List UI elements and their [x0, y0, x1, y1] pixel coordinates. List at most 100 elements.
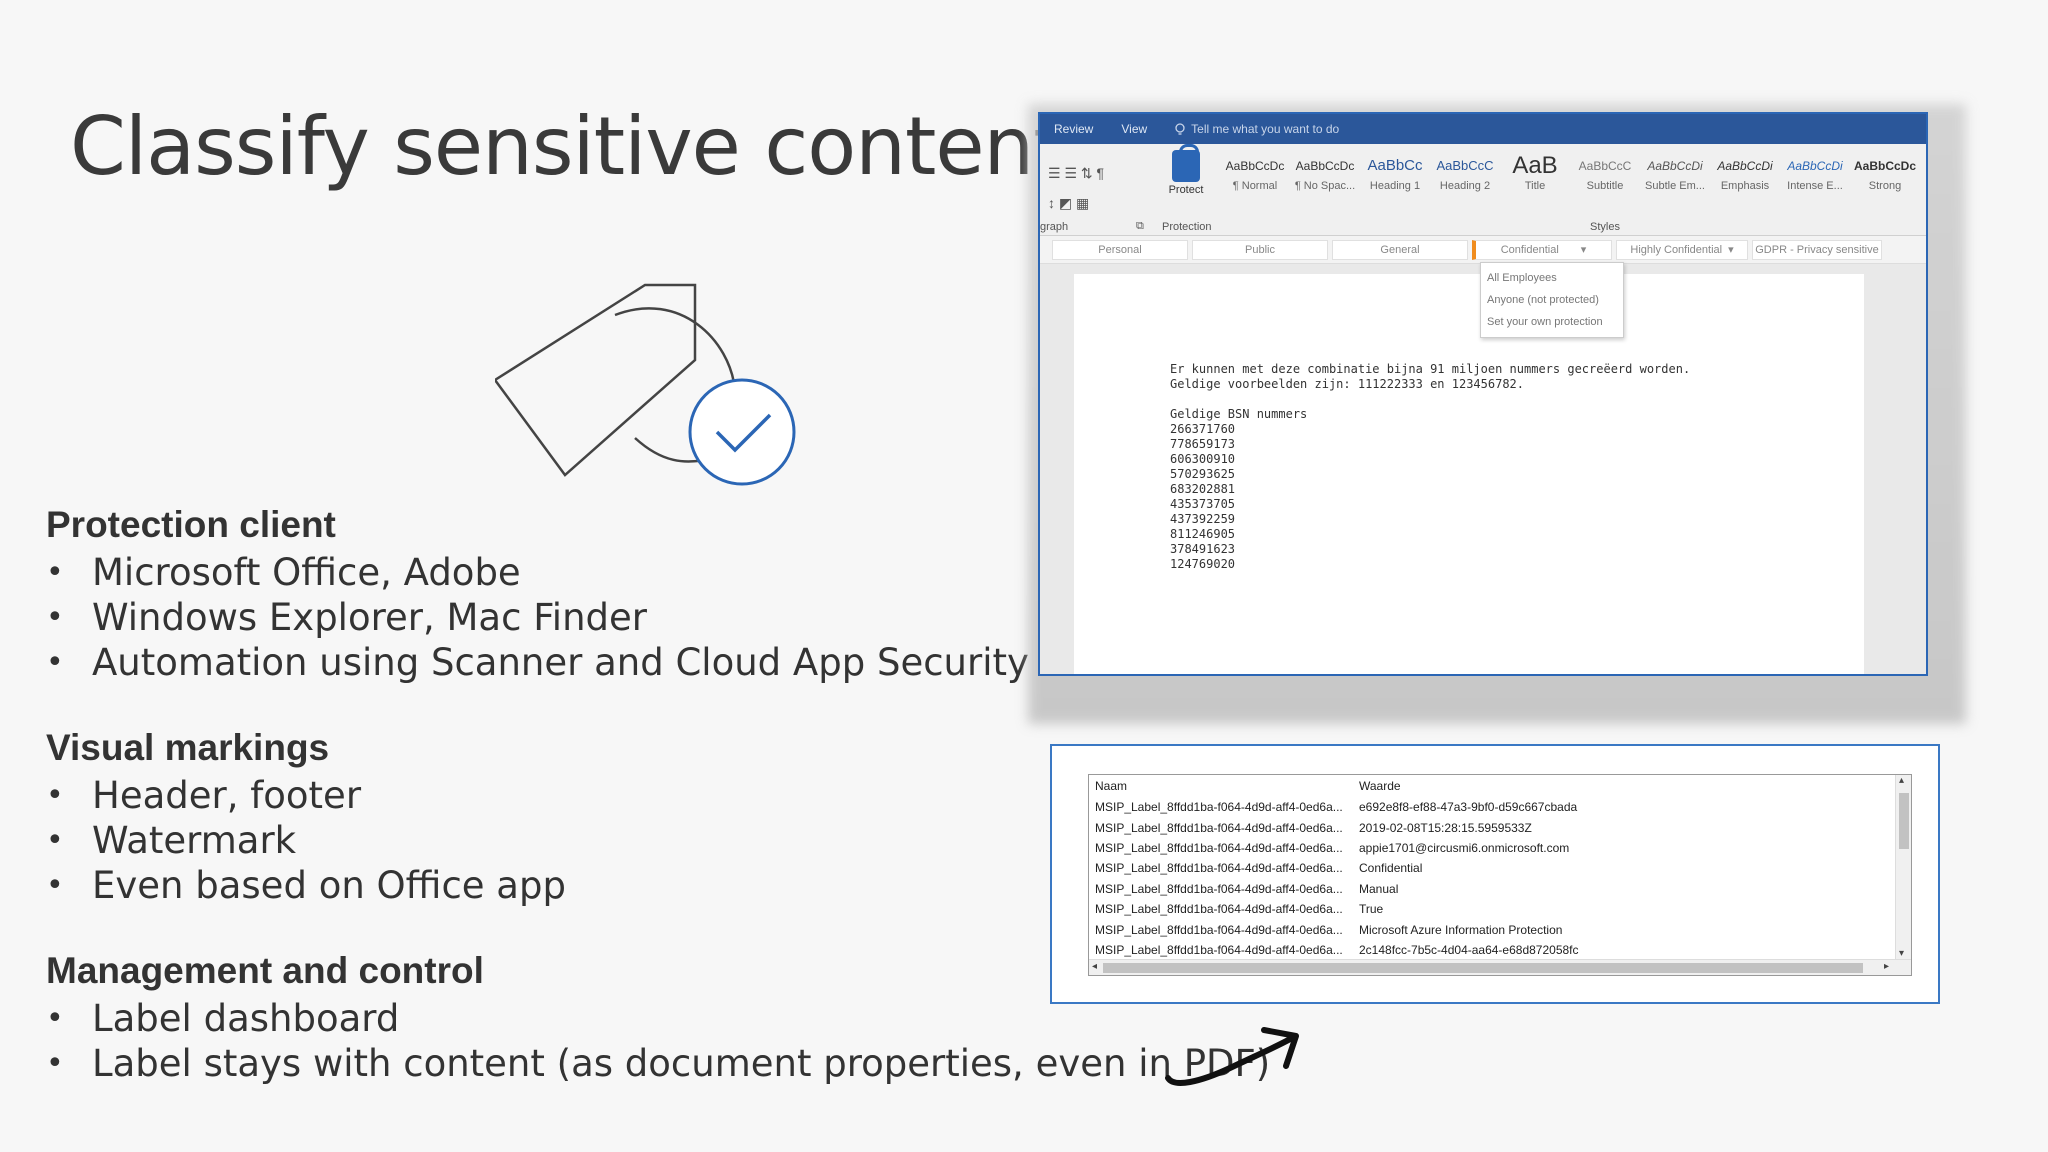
table-row[interactable]: MSIP_Label_8ffdd1ba-f064-4d9d-aff4-0ed6a… — [1089, 858, 1911, 878]
label-general[interactable]: General — [1332, 239, 1468, 260]
table-row[interactable]: MSIP_Label_8ffdd1ba-f064-4d9d-aff4-0ed6a… — [1089, 899, 1911, 919]
document-line: 811246905 — [1170, 527, 1236, 541]
style-tile[interactable]: AaBbCcDi Emphasis — [1710, 152, 1780, 192]
table-row[interactable]: MSIP_Label_8ffdd1ba-f064-4d9d-aff4-0ed6a… — [1089, 940, 1911, 960]
property-value: e692e8f8-ef88-47a3-9bf0-d59c667cbada — [1359, 800, 1578, 815]
section-heading: Protection client — [46, 504, 336, 545]
menu-item-anyone[interactable]: Anyone (not protected) — [1481, 289, 1623, 311]
lock-icon — [1172, 144, 1200, 182]
menu-item-all-employees[interactable]: All Employees — [1481, 267, 1623, 289]
style-name: Heading 1 — [1369, 180, 1421, 192]
style-tile[interactable]: AaBbCc Heading 1 — [1360, 152, 1430, 192]
style-sample: AaBbCcC — [1578, 159, 1632, 173]
menu-item-own-protection[interactable]: Set your own protection — [1481, 311, 1623, 333]
property-name: MSIP_Label_8ffdd1ba-f064-4d9d-aff4-0ed6a… — [1095, 902, 1343, 917]
style-name: Emphasis — [1720, 180, 1770, 192]
style-tile[interactable]: AaBbCcDi Intense E... — [1780, 152, 1850, 192]
property-value: 2019-02-08T15:28:15.5959533Z — [1359, 820, 1532, 835]
style-sample: AaBbCcC — [1436, 158, 1494, 173]
document-line: 266371760 — [1170, 422, 1236, 436]
bullet-item: Watermark — [46, 818, 1176, 863]
shading-icon[interactable]: ◩ — [1059, 195, 1076, 211]
property-value: Manual — [1359, 881, 1399, 896]
checkmark-circle-icon — [688, 378, 796, 486]
list-icon[interactable]: ☰ ☰ — [1048, 165, 1081, 181]
label-public[interactable]: Public — [1192, 239, 1328, 260]
protect-button[interactable]: Protect — [1162, 144, 1210, 196]
styles-gallery: AaBbCcDc ¶ Normal AaBbCcDc ¶ No Spac... Aa… — [1220, 152, 1920, 192]
word-window: Review View Tell me what you want to do … — [1038, 112, 1928, 676]
table-row[interactable]: MSIP_Label_8ffdd1ba-f064-4d9d-aff4-0ed6a… — [1089, 838, 1911, 858]
document-properties-panel: Naam Waarde MSIP_Label_8ffdd1ba-f064-4d9… — [1050, 744, 1940, 1004]
label-gdpr[interactable]: GDPR - Privacy sensitive — [1752, 239, 1882, 260]
document-line: 606300910 — [1170, 452, 1236, 466]
table-row[interactable]: MSIP_Label_8ffdd1ba-f064-4d9d-aff4-0ed6a… — [1089, 879, 1911, 899]
dialog-launcher-icon[interactable]: ⧉ — [1136, 220, 1144, 233]
hand-drawn-arrow-icon — [1165, 1027, 1299, 1086]
style-name: Heading 2 — [1439, 180, 1491, 192]
section-heading: Management and control — [46, 950, 484, 991]
tab-review[interactable]: Review — [1054, 122, 1093, 136]
horizontal-scrollbar[interactable]: ◂ ▸ — [1089, 959, 1911, 975]
column-header-value[interactable]: Waarde — [1357, 779, 1911, 793]
style-tile[interactable]: AaBbCcDc ¶ No Spac... — [1290, 152, 1360, 192]
table-row[interactable]: MSIP_Label_8ffdd1ba-f064-4d9d-aff4-0ed6a… — [1089, 797, 1911, 817]
property-name: MSIP_Label_8ffdd1ba-f064-4d9d-aff4-0ed6a… — [1095, 800, 1343, 815]
scroll-up-icon[interactable]: ▴ — [1899, 775, 1904, 786]
document-line: 124769020 — [1170, 557, 1236, 571]
line-spacing-icon[interactable]: ↕ — [1048, 195, 1059, 211]
property-name: MSIP_Label_8ffdd1ba-f064-4d9d-aff4-0ed6a… — [1095, 840, 1343, 855]
bullet-sections: Protection client Microsoft Office, Adob… — [46, 500, 1270, 1124]
group-paragraph-label: graph — [1040, 221, 1069, 233]
vertical-scrollbar[interactable]: ▴ ▾ — [1895, 775, 1911, 959]
document-page[interactable]: Er kunnen met deze combinatie bijna 91 m… — [1074, 274, 1864, 674]
label-highly-confidential[interactable]: Highly Confidential ▾ — [1616, 239, 1748, 260]
style-tile[interactable]: AaB Title — [1500, 152, 1570, 192]
scroll-thumb[interactable] — [1899, 793, 1909, 849]
ribbon-tabs: Review View Tell me what you want to do — [1040, 114, 1926, 144]
style-tile[interactable]: AaBbCcC Heading 2 — [1430, 152, 1500, 192]
document-text: Er kunnen met deze combinatie bijna 91 m… — [1170, 362, 1690, 572]
document-line: Geldige BSN nummers — [1170, 407, 1308, 421]
bullet-item: Windows Explorer, Mac Finder — [46, 595, 1176, 640]
section-heading: Visual markings — [46, 727, 330, 768]
table-row[interactable]: MSIP_Label_8ffdd1ba-f064-4d9d-aff4-0ed6a… — [1089, 919, 1911, 939]
tab-view[interactable]: View — [1121, 122, 1147, 136]
scroll-thumb[interactable] — [1103, 963, 1863, 973]
label-confidential[interactable]: Confidential ▾ — [1472, 239, 1612, 260]
style-sample: AaBbCc — [1367, 157, 1423, 174]
style-sample: AaBbCcDc — [1295, 159, 1355, 173]
style-tile[interactable]: AaBbCcDc ¶ Normal — [1220, 152, 1290, 192]
scroll-left-icon[interactable]: ◂ — [1092, 961, 1097, 972]
bullet-item: Header, footer — [46, 773, 1176, 818]
sort-icon[interactable]: ⇅ — [1081, 165, 1097, 181]
borders-icon[interactable]: ▦ — [1076, 195, 1089, 211]
property-name: MSIP_Label_8ffdd1ba-f064-4d9d-aff4-0ed6a… — [1095, 922, 1343, 937]
style-sample: AaBbCcDc — [1225, 159, 1285, 173]
property-name: MSIP_Label_8ffdd1ba-f064-4d9d-aff4-0ed6a… — [1095, 942, 1343, 957]
style-tile[interactable]: AaBbCcDi Subtle Em... — [1640, 152, 1710, 192]
style-tile[interactable]: AaBbCcDc Strong — [1850, 152, 1920, 192]
tell-me-text: Tell me what you want to do — [1191, 122, 1340, 136]
scroll-down-icon[interactable]: ▾ — [1899, 948, 1904, 959]
property-value: True — [1359, 902, 1384, 917]
document-line: Geldige voorbeelden zijn: 111222333 en 1… — [1170, 377, 1525, 391]
bullet-item: Even based on Office app — [46, 863, 1176, 908]
document-line: 778659173 — [1170, 437, 1236, 451]
style-tile[interactable]: AaBbCcC Subtitle — [1570, 152, 1640, 192]
tag-shape-icon — [495, 283, 697, 477]
column-header-name[interactable]: Naam — [1089, 779, 1357, 793]
label-personal[interactable]: Personal — [1052, 239, 1188, 260]
scroll-right-icon[interactable]: ▸ — [1884, 961, 1889, 972]
sensitivity-label-bar: Personal Public General Confidential ▾ Hi… — [1040, 236, 1926, 264]
bullet-item: Label dashboard — [46, 996, 1176, 1041]
style-sample: AaBbCcDi — [1787, 159, 1843, 173]
style-sample: AaBbCcDi — [1647, 159, 1703, 173]
style-name: Strong — [1868, 180, 1902, 192]
table-row[interactable]: MSIP_Label_8ffdd1ba-f064-4d9d-aff4-0ed6a… — [1089, 817, 1911, 837]
bullet-item: Microsoft Office, Adobe — [46, 550, 1176, 595]
tell-me-box[interactable]: Tell me what you want to do — [1175, 122, 1339, 136]
pilcrow-icon[interactable]: ¶ — [1097, 165, 1105, 181]
chevron-down-icon: ▾ — [1728, 244, 1734, 256]
